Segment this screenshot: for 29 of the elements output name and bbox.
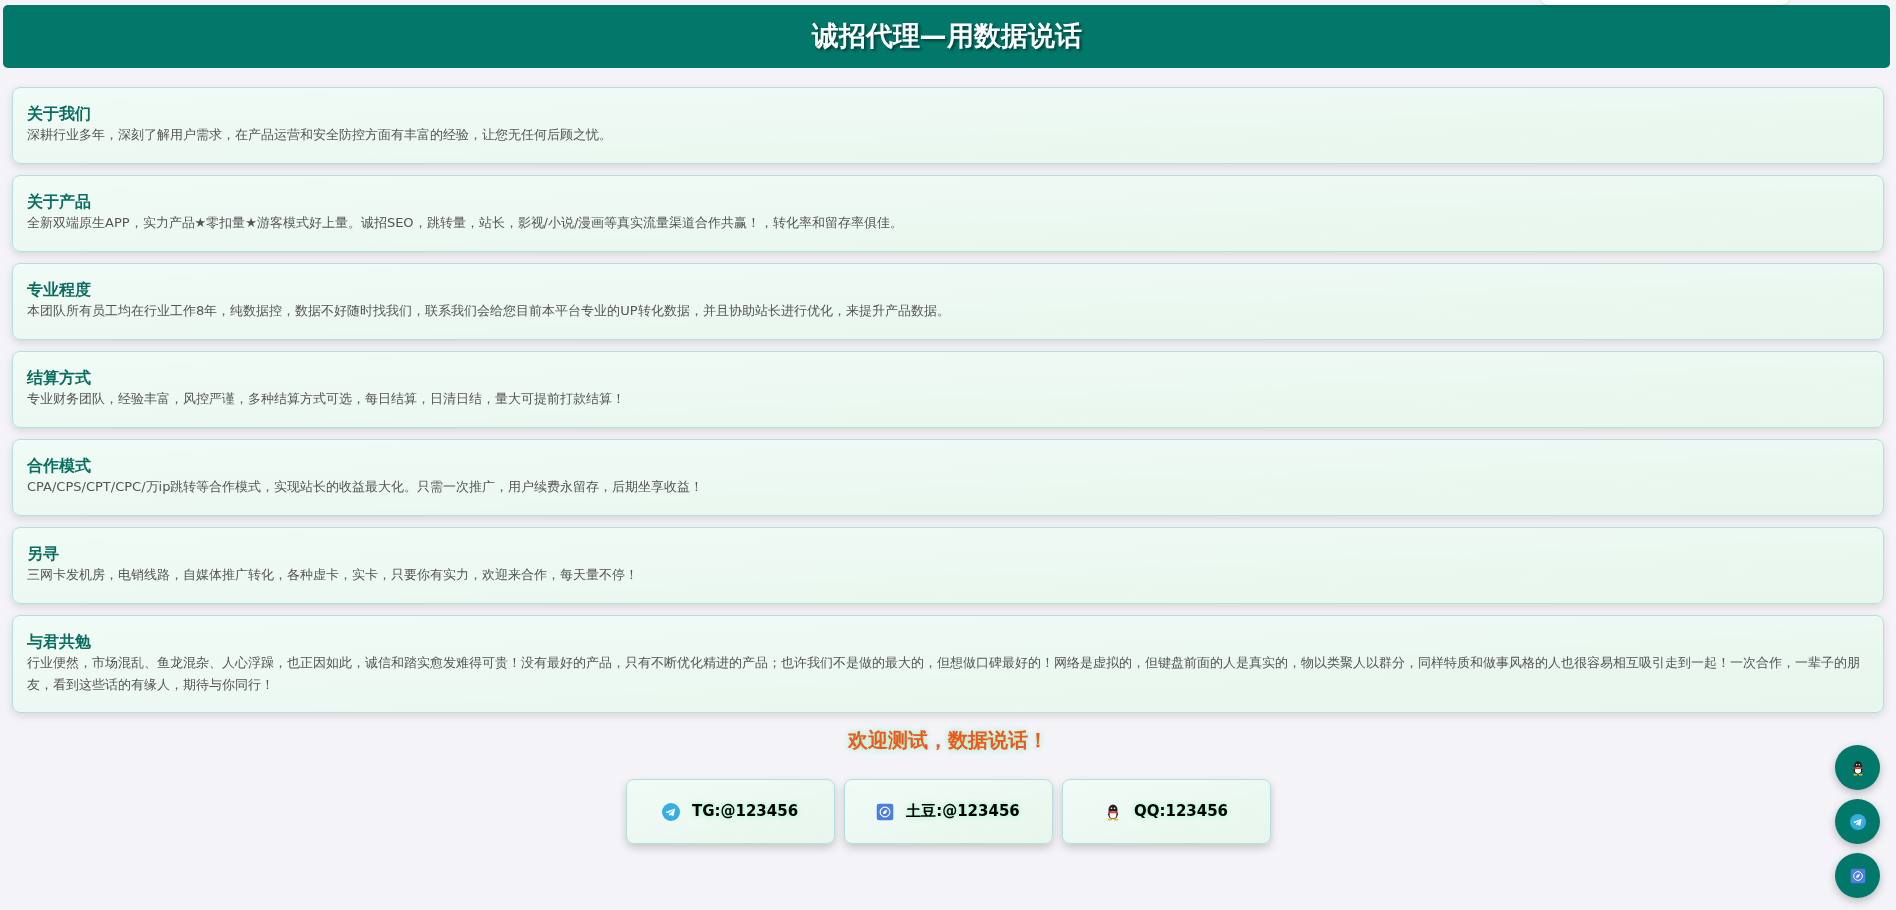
floating-contact-button[interactable] — [1835, 745, 1880, 790]
rocket-icon — [1849, 867, 1866, 884]
floating-contact-button[interactable] — [1835, 853, 1880, 898]
card-title: 结算方式 — [27, 368, 92, 388]
page-title: 诚招代理—用数据说话 — [811, 19, 1082, 54]
contact-card[interactable]: 土豆:@123456 — [843, 779, 1053, 844]
paper-plane-icon — [661, 802, 680, 821]
card-title: 关于我们 — [27, 104, 92, 124]
slogan: 欢迎测试，数据说话！ — [848, 727, 1048, 754]
card-title: 专业程度 — [27, 280, 92, 300]
contact-label: QQ:123456 — [1133, 801, 1229, 823]
rocket-icon — [876, 802, 895, 821]
contact-card[interactable]: QQ:123456 — [1061, 779, 1271, 844]
card-text: 专业财务团队，经验丰富，风控严谨，多种结算方式可选，每日结算，日清日结，量大可提前打款结算！ — [27, 390, 626, 408]
contact-card[interactable]: TG:@123456 — [625, 779, 835, 844]
card-title: 关于产品 — [27, 192, 92, 212]
contact-label: 土豆:@123456 — [906, 801, 1020, 823]
contact-label: TG:@123456 — [691, 801, 799, 823]
card-text: 全新双端原生APP，实力产品★零扣量★游客模式好上量。诚招SEO，跳转量，站长，影视/小说/漫画等真实流量渠道合作共赢！，转化率和留存率俱佳。 — [27, 214, 905, 232]
card-text: 深耕行业多年，深刻了解用户需求，在产品运营和安全防控方面有丰富的经验，让您无任何后顾之忧。 — [27, 126, 613, 144]
card-title: 另寻 — [27, 544, 60, 564]
floating-contact-button[interactable] — [1835, 799, 1880, 844]
card-title: 与君共勉 — [27, 632, 92, 652]
card-text: 行业便然，市场混乱、鱼龙混杂、人心浮躁，也正因如此，诚信和踏实愈发难得可贵！没有最好的产品，只有不断优化精进的产品；也许我们不是做的最大的，但想做口碑最好的！网络是虚拟的，但键盘前面的人是真实的，物以类聚人以群分，同样特质和做事风格的人也很容易相互吸引走到一起！一次合作，一辈子的朋友，看到这些话的有缘人，期待与你同行！ — [27, 654, 1861, 694]
card-title: 合作模式 — [27, 456, 92, 476]
card-text: CPA/CPS/CPT/CPC/万ip跳转等合作模式，实现站长的收益最大化。只需一次推广，用户续费永留存，后期坐享收益！ — [27, 478, 705, 496]
card-text: 三网卡发机房，电销线路，自媒体推广转化，各种虚卡，实卡，只要你有实力，欢迎来合作，每天量不停！ — [27, 566, 639, 584]
card-text: 本团队所有员工均在行业工作8年，纯数据控，数据不好随时找我们，联系我们会给您目前本平台专业的UP转化数据，并且协助站长进行优化，来提升产品数据。 — [27, 302, 951, 320]
paper-plane-icon — [1849, 813, 1866, 830]
